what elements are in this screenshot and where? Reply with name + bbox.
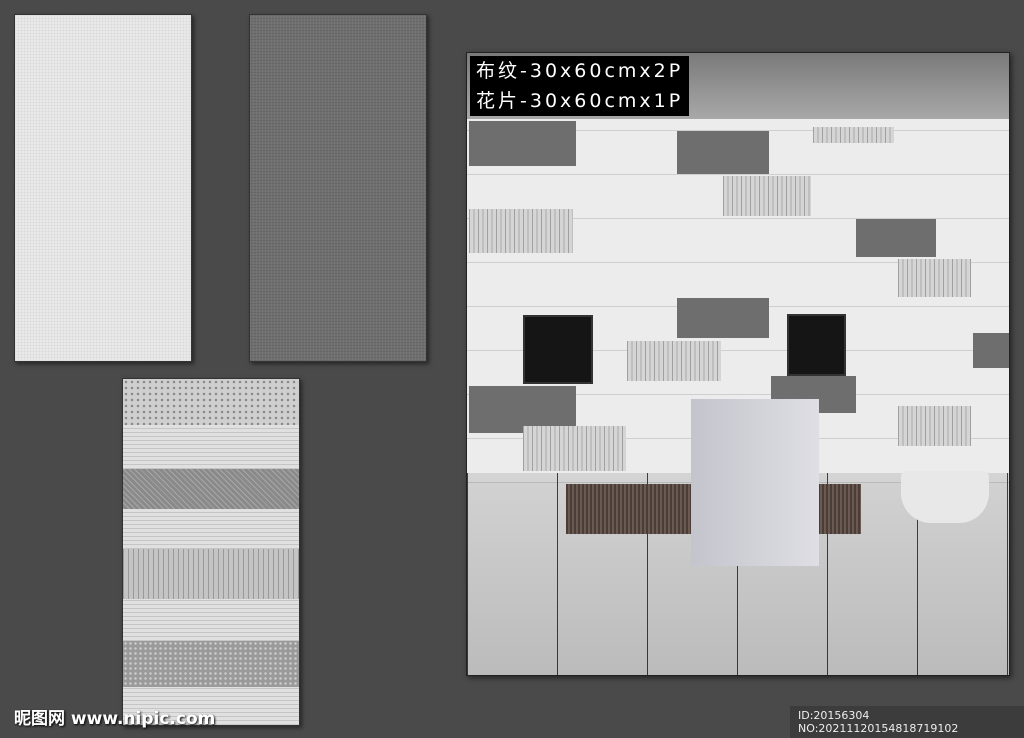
caption-line-1: 布纹-30x60cmx2P [476, 60, 684, 82]
watermark: 昵图网 www.nipic.com [14, 709, 216, 729]
dark-fabric-tile-sample [249, 14, 427, 362]
image-id-label: ID:20156304 NO:20211120154818719102 [790, 706, 1024, 738]
caption-line-2: 花片-30x60cmx1P [476, 90, 684, 112]
tile-spec-caption: 布纹-30x60cmx2P 花片-30x60cmx1P [470, 56, 690, 116]
wall-niche [787, 314, 846, 376]
wall-niche [523, 315, 593, 384]
light-fabric-tile-sample [14, 14, 192, 362]
wall-toilet [901, 471, 989, 523]
bathroom-scene-render [466, 52, 1010, 676]
washbasin [691, 399, 819, 566]
decor-tile-sample [122, 378, 300, 726]
